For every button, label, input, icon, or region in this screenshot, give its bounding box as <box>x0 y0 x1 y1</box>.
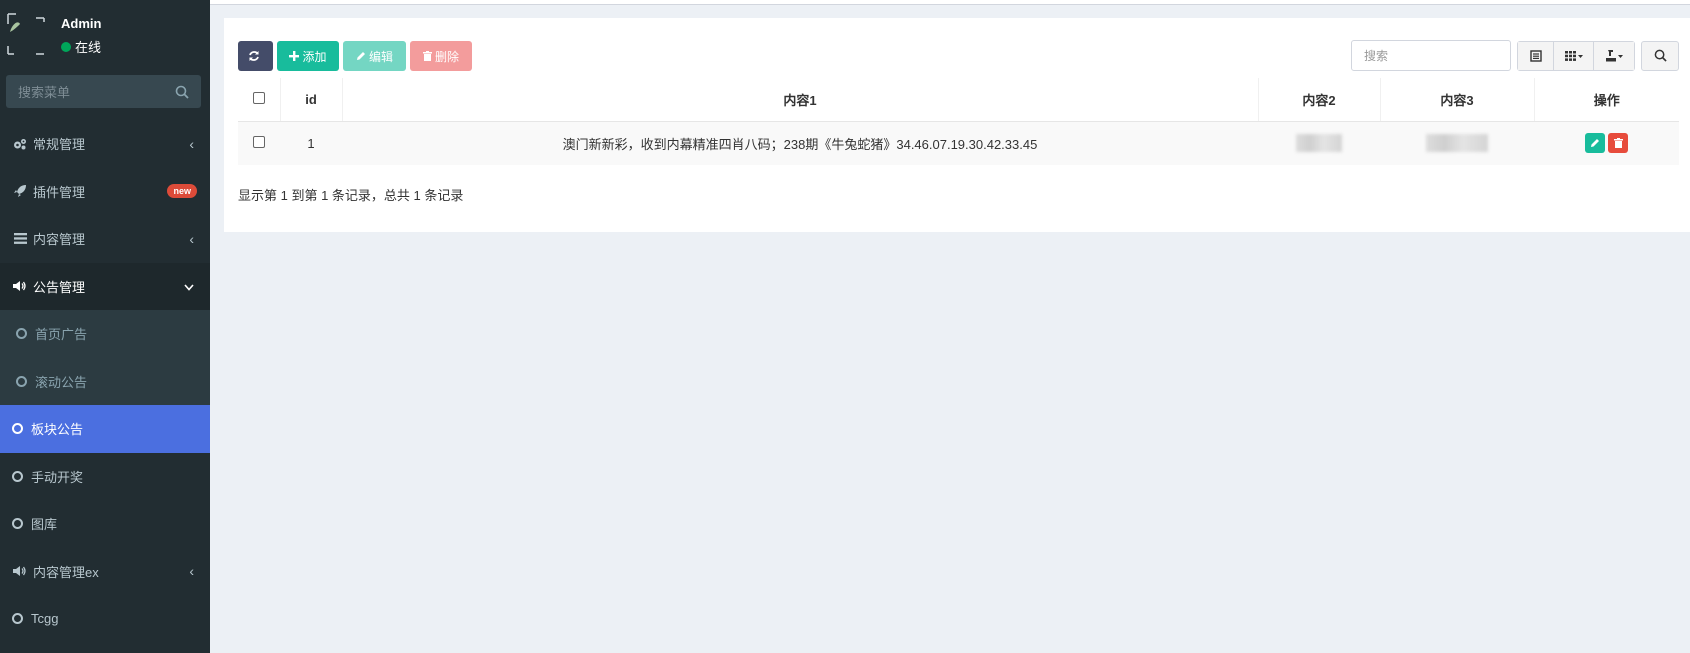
sidebar-item-label: 常规管理 <box>33 137 86 153</box>
card-view-icon <box>1529 49 1542 62</box>
user-name: Admin <box>61 16 102 31</box>
gears-icon <box>12 137 28 151</box>
sidebar-item-label: 板块公告 <box>31 422 84 438</box>
blurred-image <box>1296 134 1342 153</box>
chevron-left-icon: ‹ <box>189 230 194 247</box>
columns-icon <box>1564 50 1583 61</box>
refresh-button[interactable] <box>238 41 273 71</box>
cell-content1: 澳门新新彩，收到内幕精准四肖八码；238期《牛兔蛇猪》34.46.07.19.3… <box>342 121 1258 165</box>
row-edit-button[interactable] <box>1585 133 1605 154</box>
circle-icon <box>12 423 23 435</box>
sidebar-item-label: 内容管理ex <box>33 564 99 580</box>
sidebar-item-label: 首页广告 <box>35 327 88 343</box>
sidebar-item-board-notice[interactable]: 板块公告 <box>0 405 210 453</box>
sidebar-item-announcement[interactable]: 公告管理 <box>0 262 210 310</box>
pencil-icon <box>1591 139 1599 148</box>
trash-icon <box>422 51 432 61</box>
delete-button[interactable]: 删除 <box>410 41 472 71</box>
edit-button[interactable]: 编辑 <box>343 41 406 71</box>
sidebar-item-label: 图库 <box>31 517 58 533</box>
columns-dropdown-button[interactable] <box>1554 41 1594 70</box>
pencil-icon <box>356 52 365 60</box>
sidebar: Admin 在线 搜索菜单 常规管理 ‹ 插件管理 new 内容管理 ‹ 公告管… <box>0 0 210 653</box>
toggle-view-button[interactable] <box>1518 41 1554 70</box>
sidebar-search-input[interactable]: 搜索菜单 <box>6 75 201 108</box>
select-all-header <box>238 78 281 122</box>
sidebar-item-plugins[interactable]: 插件管理 new <box>0 168 210 216</box>
table-row: 1 澳门新新彩，收到内幕精准四肖八码；238期《牛兔蛇猪》34.46.07.19… <box>238 121 1679 165</box>
circle-icon <box>16 375 27 387</box>
sidebar-item-manual-draw[interactable]: 手动开奖 <box>0 453 210 501</box>
top-divider <box>210 0 1690 5</box>
sidebar-item-general[interactable]: 常规管理 ‹ <box>0 120 210 168</box>
user-status-label: 在线 <box>75 40 102 55</box>
sidebar-search-placeholder: 搜索菜单 <box>18 85 71 100</box>
circle-icon <box>12 518 23 530</box>
chevron-left-icon: ‹ <box>189 135 194 152</box>
sidebar-item-label: Tcgg <box>31 611 59 627</box>
header-content3[interactable]: 内容3 <box>1380 78 1535 122</box>
search-icon[interactable] <box>175 85 189 99</box>
sidebar-item-home-ad[interactable]: 首页广告 <box>0 310 210 358</box>
table-search-placeholder: 搜索 <box>1364 49 1389 63</box>
cell-id: 1 <box>280 121 342 165</box>
cell-content2 <box>1258 121 1380 165</box>
sidebar-menu: 常规管理 ‹ 插件管理 new 内容管理 ‹ 公告管理 首页广告 滚动公告 板块… <box>0 120 210 643</box>
sidebar-item-label: 公告管理 <box>33 279 86 295</box>
header-content1[interactable]: 内容1 <box>342 78 1259 122</box>
header-id[interactable]: id <box>280 78 343 122</box>
sidebar-item-scroll-notice[interactable]: 滚动公告 <box>0 357 210 405</box>
volume-icon <box>12 279 28 293</box>
header-actions: 操作 <box>1534 78 1679 122</box>
new-badge: new <box>167 184 197 199</box>
sidebar-item-label: 滚动公告 <box>35 374 88 390</box>
pagination-info: 显示第 1 到第 1 条记录，总共 1 条记录 <box>238 188 464 203</box>
search-icon <box>1654 49 1667 62</box>
sidebar-item-label: 手动开奖 <box>31 469 84 485</box>
toolbar: 添加 编辑 删除 <box>238 41 472 71</box>
chevron-left-icon: ‹ <box>189 563 194 580</box>
row-checkbox[interactable] <box>253 135 265 148</box>
add-label: 添加 <box>302 49 327 64</box>
export-dropdown-button[interactable] <box>1594 41 1634 70</box>
blurred-image <box>1426 134 1488 153</box>
right-tools: 搜索 <box>1351 40 1679 71</box>
volume-icon <box>12 564 28 578</box>
table-header-row: id 内容1 内容2 内容3 操作 <box>238 78 1679 122</box>
circle-icon <box>12 613 23 625</box>
chevron-down-icon <box>184 278 194 294</box>
add-button[interactable]: 添加 <box>277 41 339 71</box>
trash-icon <box>1613 138 1623 149</box>
export-icon <box>1606 49 1623 61</box>
table-view-buttons <box>1517 40 1635 71</box>
table-search-button[interactable] <box>1641 40 1679 71</box>
sidebar-item-content[interactable]: 内容管理 ‹ <box>0 215 210 263</box>
cell-content3 <box>1380 121 1534 165</box>
sidebar-item-label: 插件管理 <box>33 184 86 200</box>
user-panel: Admin 在线 <box>0 0 210 72</box>
sidebar-item-tcgg[interactable]: Tcgg <box>0 595 210 643</box>
cell-actions <box>1534 121 1679 165</box>
refresh-icon <box>249 51 259 61</box>
content-panel: 添加 编辑 删除 搜索 id 内容1 内容2 内容3 操作 1 澳门新新彩，收到… <box>224 18 1690 232</box>
circle-icon <box>12 470 23 482</box>
circle-icon <box>16 328 27 340</box>
table-search-input[interactable]: 搜索 <box>1351 40 1511 71</box>
rocket-icon <box>12 184 28 198</box>
row-select-cell <box>238 121 280 165</box>
sidebar-item-label: 内容管理 <box>33 232 86 248</box>
online-dot-icon <box>61 41 71 52</box>
sidebar-item-content-ex[interactable]: 内容管理ex ‹ <box>0 548 210 596</box>
avatar[interactable] <box>6 12 46 56</box>
list-icon <box>12 232 28 246</box>
user-status: 在线 <box>61 37 101 56</box>
header-content2[interactable]: 内容2 <box>1258 78 1381 122</box>
plus-icon <box>289 51 300 61</box>
row-delete-button[interactable] <box>1608 133 1628 154</box>
edit-label: 编辑 <box>368 49 393 64</box>
delete-label: 删除 <box>434 49 459 64</box>
data-table: id 内容1 内容2 内容3 操作 1 澳门新新彩，收到内幕精准四肖八码；238… <box>238 78 1679 165</box>
sidebar-item-gallery[interactable]: 图库 <box>0 500 210 548</box>
select-all-checkbox[interactable] <box>252 91 265 104</box>
